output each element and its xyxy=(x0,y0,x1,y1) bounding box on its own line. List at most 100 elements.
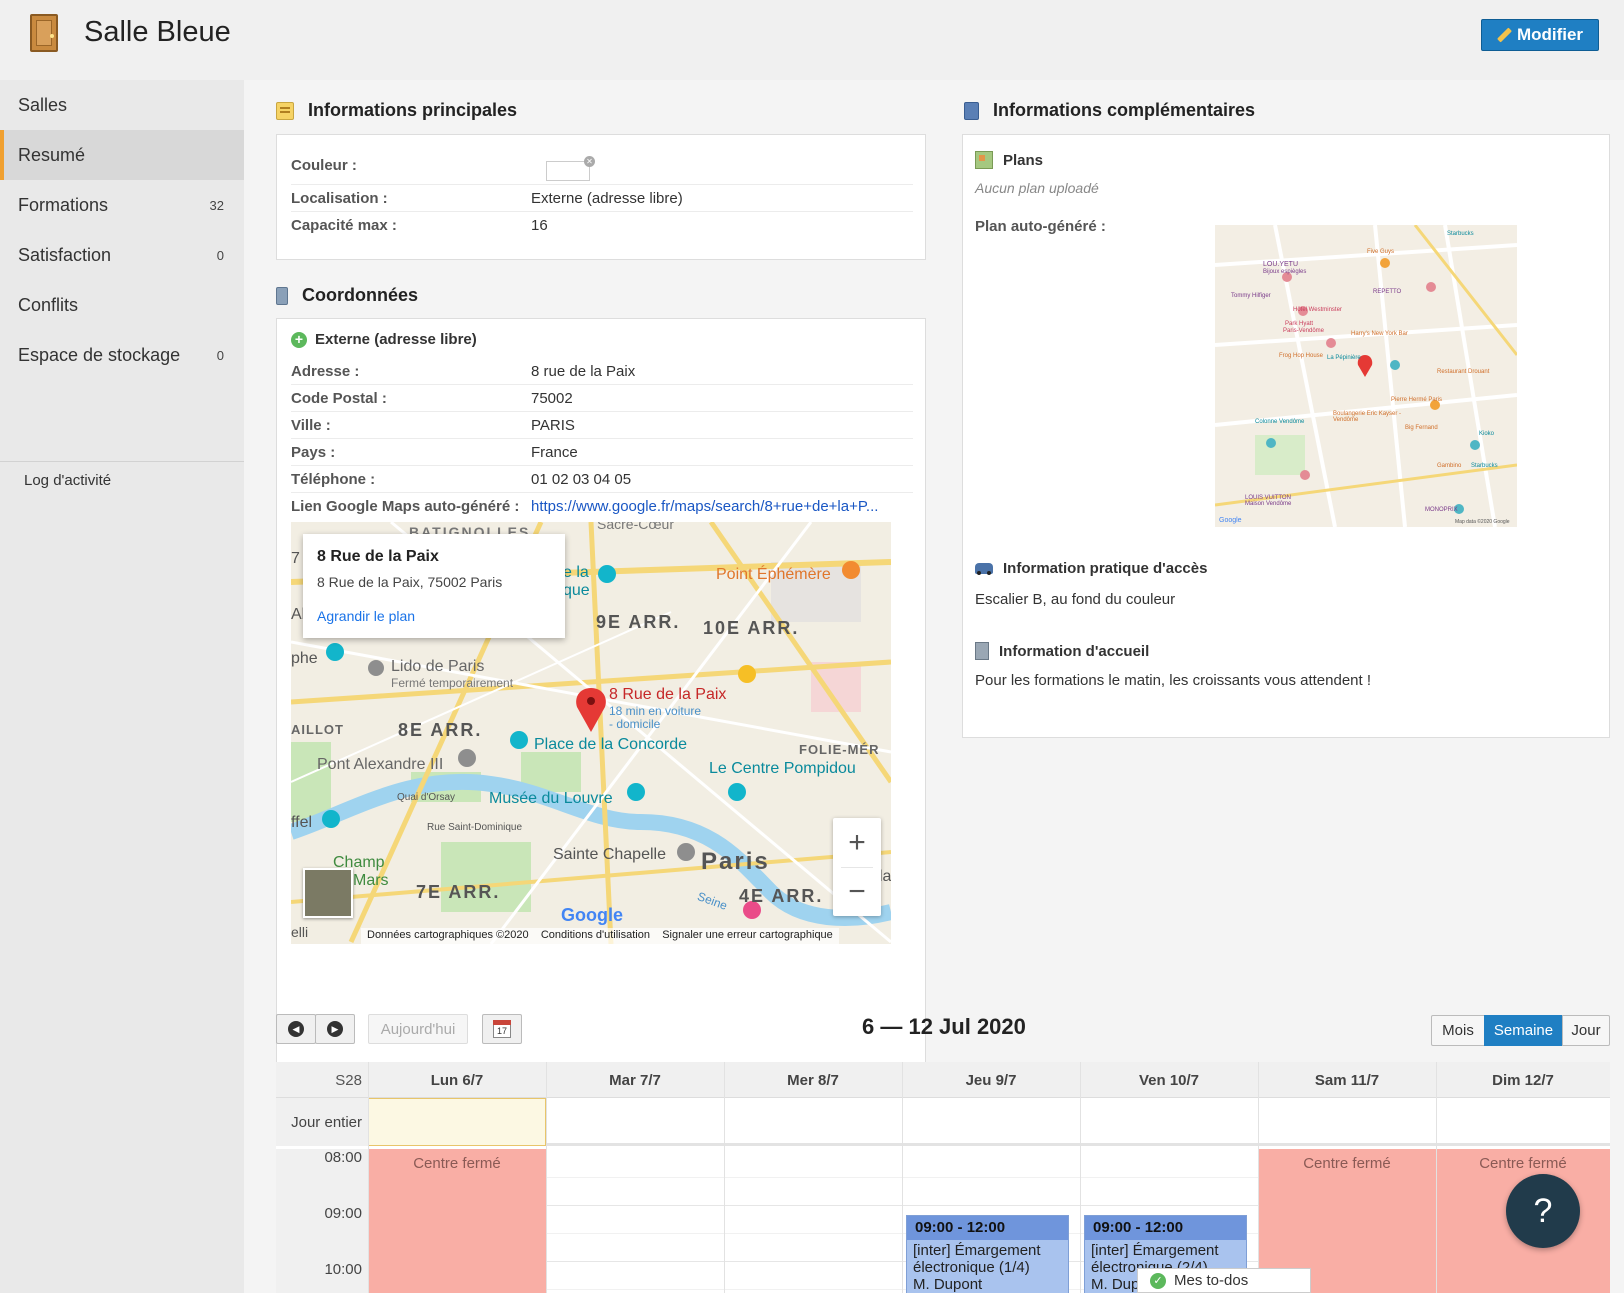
sidebar-item-salles[interactable]: Salles xyxy=(0,80,244,130)
sidebar-item-activity-log[interactable]: Log d'activité xyxy=(24,472,111,489)
mini-map-label: Boulangerie Eric Kayser - Vendôme xyxy=(1333,411,1402,423)
row-value: 01 02 03 04 05 xyxy=(531,470,632,488)
closed-block[interactable]: Centre fermé xyxy=(368,1149,546,1293)
building-icon xyxy=(975,642,989,660)
mini-map-canvas xyxy=(1215,225,1517,527)
map-footer: Données cartographiques ©2020 Conditions… xyxy=(361,928,839,944)
help-button[interactable]: ? xyxy=(1506,1174,1580,1248)
sidebar-item-label: Resumé xyxy=(18,144,86,165)
sidebar-item-label: Satisfaction xyxy=(18,244,112,265)
plans-title: Plans xyxy=(1003,151,1044,169)
calendar-picker-button[interactable]: 17 xyxy=(482,1014,522,1044)
location-type: + Externe (adresse libre) xyxy=(291,331,477,348)
calendar-today-button[interactable]: Aujourd'hui xyxy=(368,1014,468,1044)
event-person: M. Dupont xyxy=(913,1276,983,1293)
map-label: phe xyxy=(291,650,318,667)
zoom-in-button[interactable]: + xyxy=(833,818,881,867)
view-week-button[interactable]: Semaine xyxy=(1484,1015,1563,1046)
day-header[interactable]: Sam 11/7 xyxy=(1258,1062,1436,1098)
coords-heading: Coordonnées xyxy=(276,285,418,306)
mini-map-label: Starbucks xyxy=(1471,463,1498,469)
map-info-popup: 8 Rue de la Paix 8 Rue de la Paix, 75002… xyxy=(303,534,565,638)
mini-map-label: Harry's New York Bar xyxy=(1351,331,1408,337)
row-value: 75002 xyxy=(531,389,573,407)
mini-map-label: LOUIS VUITTON Maison Vendôme xyxy=(1245,495,1292,507)
map-label: Sainte Chapelle xyxy=(553,846,666,863)
plan-icon xyxy=(975,151,993,169)
calendar-title: 6 — 12 Jul 2020 xyxy=(862,1014,1026,1039)
today-all-day-cell[interactable] xyxy=(368,1098,546,1146)
row-value: France xyxy=(531,443,578,461)
auto-plan-label: Plan auto-généré : xyxy=(975,218,1106,235)
map-label: Pont Alexandre III xyxy=(317,756,444,773)
sidebar-item-resume[interactable]: Resumé xyxy=(0,130,268,180)
map-pin-label: 8 Rue de la Paix xyxy=(609,686,727,703)
clear-color-icon[interactable]: ✕ xyxy=(584,156,595,167)
sidebar-item-formations[interactable]: Formations 32 xyxy=(0,180,244,230)
todos-label: Mes to-dos xyxy=(1174,1272,1249,1289)
pencil-icon xyxy=(1497,28,1511,42)
access-title: Information pratique d'accès xyxy=(1003,560,1208,577)
view-month-button[interactable]: Mois xyxy=(1431,1015,1485,1046)
event-time: 09:00 - 12:00 xyxy=(907,1216,1068,1240)
all-day-label: Jour entier xyxy=(276,1098,368,1146)
mini-map-label: Map data ©2020 Google xyxy=(1455,519,1510,525)
google-map[interactable]: BATIGNOLLES 9E ARR. 10E ARR. 8E ARR. 7E … xyxy=(291,522,891,944)
map-zoom-control: + − xyxy=(833,818,881,916)
welcome-text: Pour les formations le matin, les croiss… xyxy=(975,672,1372,689)
map-label: elli xyxy=(291,924,309,940)
prev-arrow-icon: ◀ xyxy=(288,1021,304,1037)
mini-map-label: Google xyxy=(1219,517,1242,524)
sidebar-item-satisfaction[interactable]: Satisfaction 0 xyxy=(0,230,244,280)
day-header[interactable]: Dim 12/7 xyxy=(1436,1062,1610,1098)
sidebar-item-label: Formations xyxy=(18,194,109,215)
enlarge-map-link[interactable]: Agrandir le plan xyxy=(317,608,551,624)
mini-map-label: MONOPRIX xyxy=(1425,507,1458,513)
event-title: [inter] Émargement électronique (1/4) xyxy=(913,1242,1041,1276)
map-terms-link[interactable]: Conditions d'utilisation xyxy=(541,929,650,941)
day-header[interactable]: Mer 8/7 xyxy=(724,1062,902,1098)
mini-map-label: Kioko xyxy=(1479,431,1495,437)
map-label: 8E ARR. xyxy=(398,720,483,740)
calendar-icon: 17 xyxy=(493,1020,511,1038)
event-time: 09:00 - 12:00 xyxy=(1085,1216,1246,1240)
map-label: 10E ARR. xyxy=(703,618,800,638)
info-row-capacity: Capacité max : 16 xyxy=(291,212,913,239)
calendar-prev-button[interactable]: ◀ xyxy=(276,1014,316,1044)
map-label: Point Éphémère xyxy=(716,566,831,583)
calendar-event[interactable]: 09:00 - 12:00 [inter] Émargement électro… xyxy=(906,1215,1069,1293)
mini-map-label: Park Hyatt xyxy=(1285,321,1314,327)
sidebar-item-stockage[interactable]: Espace de stockage 0 xyxy=(0,330,244,380)
info-row-color: Couleur : ✕ xyxy=(291,147,913,185)
no-plan-text: Aucun plan uploadé xyxy=(975,180,1099,196)
sidebar-item-conflits[interactable]: Conflits xyxy=(0,280,244,330)
mini-map-label: Colonne Vendôme xyxy=(1255,419,1305,425)
sidebar-item-label: Conflits xyxy=(18,294,79,315)
mini-map-label: Hôtel Westminster xyxy=(1293,307,1342,313)
google-maps-link[interactable]: https://www.google.fr/maps/search/8+rue+… xyxy=(531,498,878,515)
map-label: Le Centre Pompidou xyxy=(709,760,856,777)
car-icon xyxy=(975,563,993,575)
auto-generated-map[interactable]: LOU.YETU Bijoux espiègles Five Guys Star… xyxy=(1215,225,1517,527)
row-value: Externe (adresse libre) xyxy=(531,189,683,207)
zoom-out-button[interactable]: − xyxy=(833,867,881,916)
row-label: Lien Google Maps auto-généré : xyxy=(291,498,520,515)
map-label: Place de la Concorde xyxy=(534,736,687,753)
day-header[interactable]: Jeu 9/7 xyxy=(902,1062,1080,1098)
satellite-toggle[interactable] xyxy=(303,868,353,918)
sidebar-item-count: 32 xyxy=(209,197,224,213)
todos-widget[interactable]: ✓ Mes to-dos xyxy=(1137,1268,1311,1293)
row-label: Téléphone : xyxy=(291,470,376,488)
mini-map-label: LOU.YETU xyxy=(1263,261,1299,268)
day-header[interactable]: Mar 7/7 xyxy=(546,1062,724,1098)
color-swatch[interactable]: ✕ xyxy=(546,156,595,181)
row-value: 8 rue de la Paix xyxy=(531,362,636,380)
edit-button[interactable]: Modifier xyxy=(1481,19,1599,51)
map-report-link[interactable]: Signaler une erreur cartographique xyxy=(662,929,833,941)
view-day-button[interactable]: Jour xyxy=(1562,1015,1610,1046)
day-header[interactable]: Ven 10/7 xyxy=(1080,1062,1258,1098)
calendar-next-button[interactable]: ▶ xyxy=(315,1014,355,1044)
mini-map-label: Big Fernand xyxy=(1405,425,1438,431)
all-day-row: Jour entier xyxy=(276,1098,1610,1146)
day-header[interactable]: Lun 6/7 xyxy=(368,1062,546,1098)
